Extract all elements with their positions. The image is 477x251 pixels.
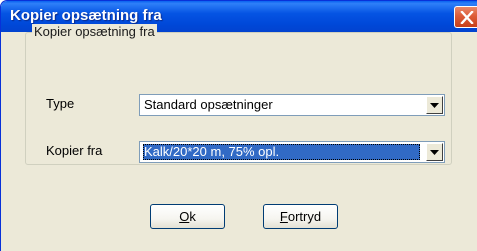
type-dropdown[interactable]: Standard opsætninger (139, 94, 445, 116)
kopier-fra-dropdown-value: Kalk/20*20 m, 75% opl. (143, 144, 420, 160)
kopier-fra-label: Kopier fra (46, 143, 103, 158)
cancel-button-label: ortryd (287, 209, 322, 224)
type-dropdown-button[interactable] (426, 96, 443, 114)
ok-button-label: k (189, 209, 196, 224)
cancel-button-mnemonic: F (279, 209, 288, 224)
group-legend: Kopier opsætning fra (32, 24, 157, 39)
ok-button[interactable]: Ok (150, 204, 225, 229)
kopier-fra-dropdown[interactable]: Kalk/20*20 m, 75% opl. (139, 141, 445, 163)
chevron-down-icon (430, 150, 439, 155)
type-label: Type (46, 96, 75, 111)
kopier-fra-dropdown-button[interactable] (426, 143, 443, 161)
close-icon (460, 11, 474, 24)
close-button[interactable] (454, 6, 477, 28)
ok-button-mnemonic: O (179, 209, 190, 224)
window-title: Kopier opsætning fra (10, 7, 162, 24)
chevron-down-icon (430, 103, 439, 108)
cancel-button[interactable]: Fortryd (263, 204, 338, 229)
type-dropdown-value: Standard opsætninger (144, 97, 273, 112)
